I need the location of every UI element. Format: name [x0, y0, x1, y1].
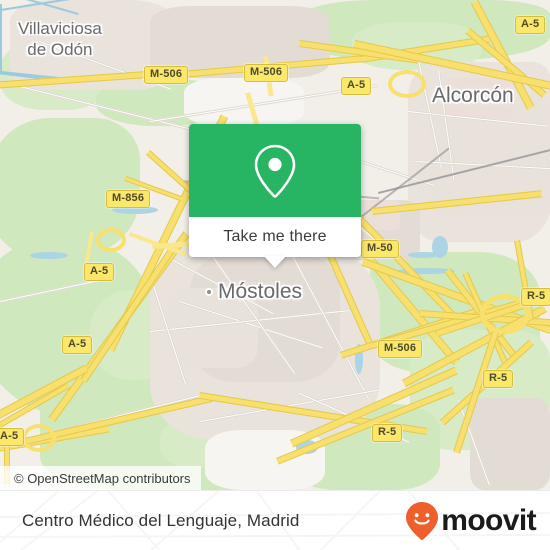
moovit-logo[interactable]: moovit [405, 501, 537, 541]
place-label-line: Villaviciosa [18, 19, 102, 38]
map-canvas[interactable]: M-506 M-506 A-5 A-5 M-856 A-5 M-50 R-5 M-506 R-5 A… [0, 0, 550, 490]
popup-image-area [189, 124, 361, 217]
take-me-there-label: Take me there [223, 228, 327, 245]
place-label-line: de Odón [27, 40, 93, 59]
popup-action-row[interactable]: Take me there [189, 217, 361, 268]
city-marker-dot [205, 288, 213, 296]
location-popup-card[interactable]: Take me there [189, 124, 361, 268]
attribution-text: © OpenStreetMap contributors [14, 470, 191, 486]
moovit-smiley-pin-icon [406, 502, 439, 540]
map-pin-icon [254, 144, 296, 198]
place-label: Alcorcón [432, 84, 514, 107]
place-label: Villaviciosa de Odón [18, 18, 102, 60]
popup-pointer-tail [264, 256, 286, 268]
location-title: Centro Médico del Lenguaje, Madrid [22, 511, 300, 530]
map-screenshot-root: M-506 M-506 A-5 A-5 M-856 A-5 M-50 R-5 M-506 R-5 A… [0, 0, 550, 550]
place-label: Móstoles [218, 280, 303, 303]
footer-bar: Centro Médico del Lenguaje, Madrid moovi… [0, 490, 550, 550]
moovit-wordmark: moovit [441, 504, 536, 537]
map-attribution[interactable]: © OpenStreetMap contributors [0, 466, 201, 490]
